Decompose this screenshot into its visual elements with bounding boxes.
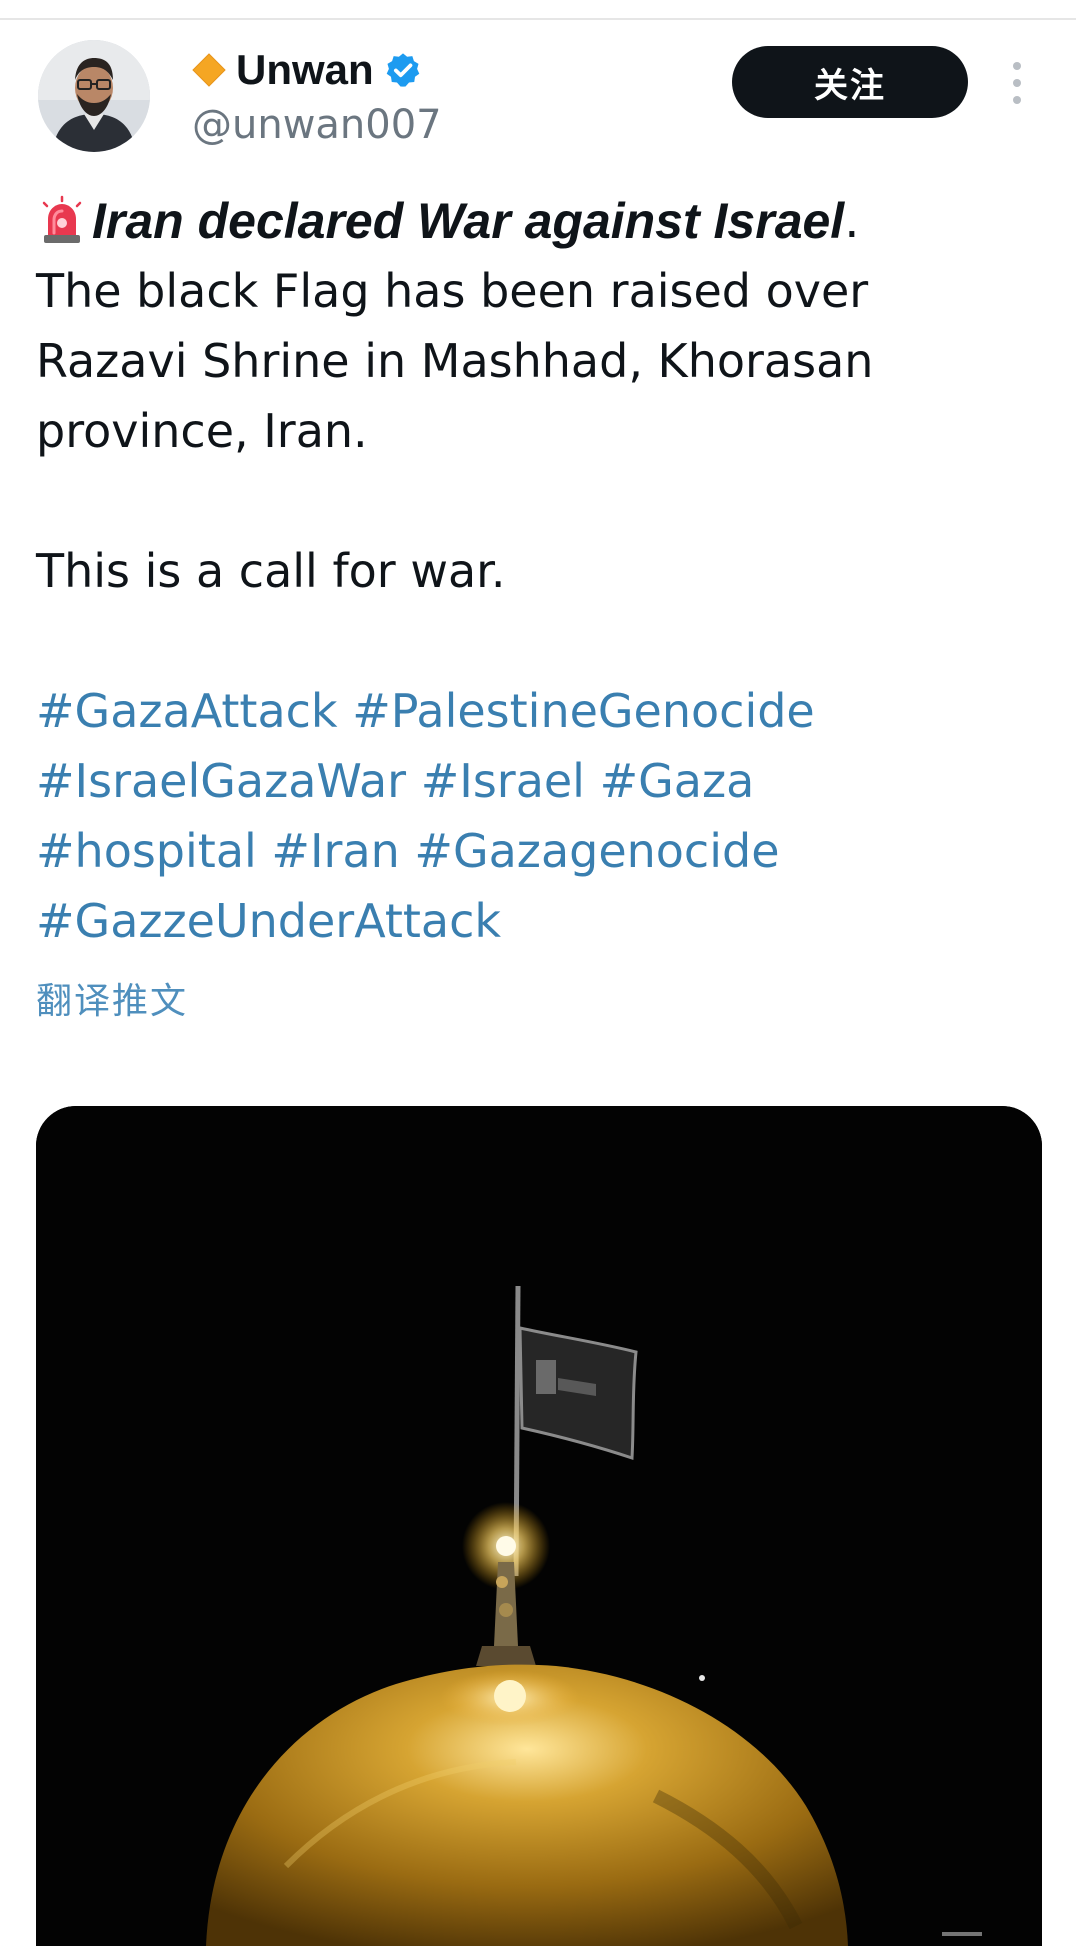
orange-diamond-icon (192, 53, 226, 87)
hashtag-link[interactable]: #Gazagenocide (414, 824, 779, 878)
siren-icon (36, 195, 88, 247)
hashtag-line: #IsraelGazaWar #Israel #Gaza (36, 746, 1036, 816)
hashtag-line: #GazaAttack #PalestineGenocide (36, 676, 1036, 746)
tweet-headline: Iran declared War against Israel. (36, 186, 1036, 256)
headline-text: Iran declared War against Israel (92, 193, 845, 249)
hashtag-link[interactable]: #IsraelGazaWar (36, 754, 406, 808)
hashtag-link[interactable]: #Gaza (600, 754, 755, 808)
verified-badge-icon (384, 51, 422, 89)
hashtag-link[interactable]: #PalestineGenocide (352, 684, 815, 738)
more-vertical-icon[interactable] (1005, 58, 1029, 108)
body-line: The black Flag has been raised over (36, 264, 869, 318)
body-line: Razavi Shrine in Mashhad, Khorasan (36, 334, 874, 388)
body-line: province, Iran. (36, 404, 368, 458)
author-block: Unwan @unwan007 (192, 44, 612, 152)
top-divider (0, 18, 1076, 20)
headline-period: . (844, 193, 860, 249)
hashtag-link[interactable]: #Iran (271, 824, 399, 878)
avatar-image (38, 40, 150, 152)
name-row: Unwan (192, 44, 612, 96)
hashtag-link[interactable]: #GazaAttack (36, 684, 338, 738)
avatar[interactable] (38, 40, 150, 152)
handle[interactable]: @unwan007 (192, 98, 612, 152)
tweet-media-photo[interactable] (36, 1106, 1042, 1946)
display-name[interactable]: Unwan (236, 44, 374, 96)
hashtag-line: #hospital #Iran #Gazagenocide (36, 816, 1036, 886)
follow-button[interactable]: 关注 (732, 46, 968, 118)
call-line: This is a call for war. (36, 544, 506, 598)
shrine-dome-flag-photo (36, 1106, 1042, 1946)
hashtag-link[interactable]: #GazzeUnderAttack (36, 894, 501, 948)
translate-tweet-link[interactable]: 翻译推文 (36, 978, 188, 1026)
hashtag-link[interactable]: #hospital (36, 824, 257, 878)
hashtag-link[interactable]: #Israel (421, 754, 585, 808)
hashtag-line: #GazzeUnderAttack (36, 886, 1036, 956)
tweet-text: Iran declared War against Israel. The bl… (36, 186, 1036, 956)
